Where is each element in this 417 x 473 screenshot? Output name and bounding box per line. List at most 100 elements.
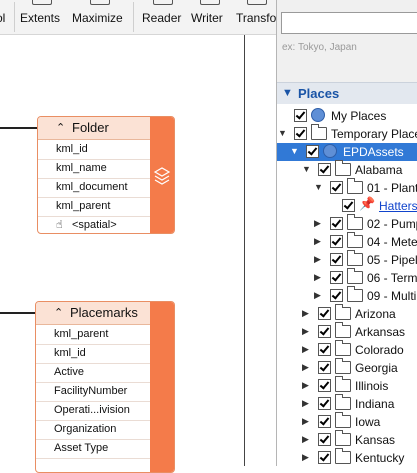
attribute-row[interactable]: kml_parent [36, 325, 150, 345]
placemark-link[interactable]: Hatters [379, 199, 417, 213]
tree-item-illinois[interactable]: ▶ Illinois [277, 376, 417, 395]
attribute-label: <spatial> [72, 219, 117, 231]
expand-icon[interactable]: ▶ [302, 434, 309, 445]
expand-icon[interactable]: ▶ [302, 452, 309, 463]
toolbar-button-tool[interactable]: ol [0, 0, 14, 34]
expand-icon[interactable]: ▶ [314, 218, 321, 229]
spatial-row[interactable]: ☝ <spatial> [38, 216, 150, 233]
checkbox[interactable] [318, 343, 331, 356]
collapse-icon[interactable]: ▼ [290, 146, 299, 156]
maximize-icon [90, 0, 110, 5]
expand-icon[interactable]: ▶ [314, 290, 321, 301]
checkbox[interactable] [330, 217, 343, 230]
expand-icon[interactable]: ▶ [302, 326, 309, 337]
checkbox[interactable] [330, 253, 343, 266]
expand-icon[interactable]: ▶ [302, 380, 309, 391]
tree-item-kentucky[interactable]: ▶ Kentucky [277, 448, 417, 466]
reader-button[interactable]: Reader [142, 0, 182, 34]
tree-item-georgia[interactable]: ▶ Georgia [277, 358, 417, 377]
tree-item-label: 04 - Mete [367, 235, 417, 249]
expand-icon[interactable]: ▶ [314, 272, 321, 283]
checkbox[interactable] [306, 145, 319, 158]
expand-icon[interactable]: ▶ [314, 236, 321, 247]
writer-icon [200, 0, 220, 5]
attribute-row[interactable]: kml_name [38, 159, 150, 179]
search-input[interactable] [281, 12, 417, 34]
feature-type-placemarks[interactable]: ⌃ Placemarks kml_parent kml_id Active Fa… [35, 301, 175, 473]
expand-icon[interactable]: ▶ [302, 344, 309, 355]
checkbox[interactable] [342, 199, 355, 212]
attribute-row[interactable]: Organization [36, 420, 150, 440]
attribute-row[interactable]: Operati...ivision [36, 401, 150, 421]
folder-icon [335, 412, 351, 428]
maximize-button[interactable]: Maximize [72, 0, 126, 34]
expand-icon[interactable]: ▶ [302, 398, 309, 409]
attribute-row[interactable]: kml_id [38, 140, 150, 160]
reader-label: Reader [142, 11, 182, 25]
tree-item-epdassets[interactable]: ▼ EPDAssets [277, 143, 417, 161]
checkbox[interactable] [318, 325, 331, 338]
node-header[interactable]: ⌃ Folder [38, 117, 150, 140]
attribute-row[interactable]: FacilityNumber [36, 382, 150, 402]
attribute-row[interactable]: Active [36, 363, 150, 383]
checkbox[interactable] [318, 307, 331, 320]
collapse-icon[interactable]: ⌃ [54, 306, 63, 319]
tree-item-alabama[interactable]: ▼ Alabama [277, 160, 417, 179]
feature-type-folder[interactable]: ⌃ Folder kml_id kml_name kml_document km… [37, 116, 175, 234]
pushpin-icon: 📌 [359, 196, 376, 211]
attribute-row[interactable]: kml_id [36, 344, 150, 364]
folder-icon [347, 286, 363, 302]
tree-item-01-plant[interactable]: ▼ 01 - Plant [277, 178, 417, 197]
tree-item-indiana[interactable]: ▶ Indiana [277, 394, 417, 413]
tree-item-label: 01 - Plant [367, 181, 417, 195]
expand-icon[interactable]: ▶ [302, 362, 309, 373]
tree-item-09-multi[interactable]: ▶ 09 - Multi [277, 286, 417, 305]
tree-item-05-pipeline[interactable]: ▶ 05 - Pipeli [277, 250, 417, 269]
tree-item-06-terminal[interactable]: ▶ 06 - Termi [277, 268, 417, 287]
extents-button[interactable]: Extents [20, 0, 62, 34]
collapse-icon[interactable]: ▼ [314, 182, 323, 192]
tree-item-kansas[interactable]: ▶ Kansas [277, 430, 417, 449]
expand-icon[interactable]: ▶ [314, 254, 321, 265]
checkbox[interactable] [330, 271, 343, 284]
checkbox[interactable] [318, 163, 331, 176]
attribute-row[interactable]: kml_parent [38, 197, 150, 217]
checkbox[interactable] [318, 451, 331, 464]
checkbox[interactable] [330, 235, 343, 248]
checkbox[interactable] [318, 397, 331, 410]
tree-item-temporary-places[interactable]: ▼ Temporary Places [277, 124, 417, 143]
tree-item-my-places[interactable]: My Places [277, 107, 417, 125]
collapse-icon[interactable]: ▼ [278, 128, 287, 138]
checkbox[interactable] [294, 109, 307, 122]
checkbox[interactable] [330, 289, 343, 302]
writer-button[interactable]: Writer [191, 0, 227, 34]
checkbox[interactable] [294, 127, 307, 140]
node-header[interactable]: ⌃ Placemarks [36, 302, 150, 325]
collapse-icon[interactable]: ▼ [302, 164, 311, 174]
collapse-icon[interactable]: ⌃ [56, 121, 65, 134]
folder-icon [335, 430, 351, 446]
tree-item-colorado[interactable]: ▶ Colorado [277, 340, 417, 359]
checkbox[interactable] [318, 415, 331, 428]
attribute-row[interactable]: Asset Type [36, 439, 150, 459]
tree-item-label: Illinois [355, 379, 389, 393]
checkbox[interactable] [318, 361, 331, 374]
folder-icon [335, 340, 351, 356]
tree-item-arizona[interactable]: ▶ Arizona [277, 304, 417, 323]
tree-item-02-pump[interactable]: ▶ 02 - Pump [277, 214, 417, 233]
checkbox[interactable] [330, 181, 343, 194]
expand-icon[interactable]: ▶ [302, 308, 309, 319]
connector-line[interactable] [0, 312, 36, 314]
attribute-row[interactable]: kml_document [38, 178, 150, 198]
checkbox[interactable] [318, 433, 331, 446]
places-header[interactable]: ▼ Places [277, 82, 417, 106]
tree-item-04-meter[interactable]: ▶ 04 - Mete [277, 232, 417, 251]
transformer-button[interactable]: Transfo [236, 0, 276, 34]
collapse-triangle-icon[interactable]: ▼ [282, 87, 293, 99]
tree-item-iowa[interactable]: ▶ Iowa [277, 412, 417, 431]
tree-item-hatters[interactable]: 📌 Hatters [277, 196, 417, 215]
tree-item-arkansas[interactable]: ▶ Arkansas [277, 322, 417, 341]
expand-icon[interactable]: ▶ [302, 416, 309, 427]
checkbox[interactable] [318, 379, 331, 392]
connector-line[interactable] [0, 127, 38, 129]
